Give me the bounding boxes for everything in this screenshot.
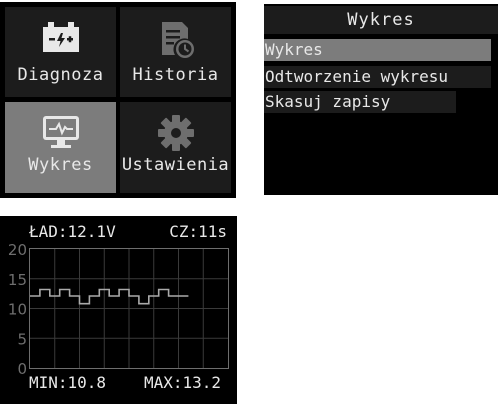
y-tick-label: 15 — [8, 271, 27, 289]
tile-ustawienia[interactable]: Ustawienia — [120, 102, 231, 193]
max-readout: MAX:13.2 — [144, 373, 221, 392]
battery-icon — [41, 20, 81, 54]
menu-item-skasuj[interactable]: Skasuj zapisy — [264, 91, 456, 113]
tile-wykres[interactable]: Wykres — [5, 102, 116, 193]
y-tick-label: 10 — [8, 301, 27, 319]
charge-readout: ŁAD:12.1V — [28, 222, 116, 241]
chart-screen: 0 5 10 15 20 ŁAD:12.1V CZ:11s MIN:10.8 MAX:1… — [0, 216, 237, 404]
voltage-chart: 0 5 10 15 20 ŁAD:12.1V CZ:11s MIN:10.8 MAX:1… — [8, 222, 229, 392]
y-tick-label: 5 — [17, 330, 27, 348]
y-tick-label: 0 — [17, 360, 27, 378]
history-icon — [156, 19, 196, 59]
screen-title: Wykres — [264, 6, 498, 34]
time-readout: CZ:11s — [169, 222, 227, 241]
y-tick-label: 20 — [8, 241, 27, 259]
min-readout: MIN:10.8 — [29, 373, 106, 392]
gear-icon — [156, 113, 196, 153]
menu-item-odtworzenie[interactable]: Odtworzenie wykresu — [264, 66, 491, 88]
tile-historia[interactable]: Historia — [120, 7, 231, 97]
tile-label: Ustawienia — [121, 155, 230, 175]
tile-label: Wykres — [28, 155, 93, 175]
menu-item-wykres[interactable]: Wykres — [264, 39, 491, 61]
tile-label: Historia — [132, 65, 219, 85]
chart-menu-screen: Wykres Wykres Odtworzenie wykresu Skasuj… — [264, 4, 498, 195]
tile-label: Diagnoza — [17, 65, 104, 85]
series-line — [30, 288, 189, 305]
main-menu-screen: Diagnoza Historia Wykres Ustawienia — [0, 2, 236, 198]
tile-diagnoza[interactable]: Diagnoza — [5, 7, 116, 97]
chart-monitor-icon — [41, 114, 81, 150]
